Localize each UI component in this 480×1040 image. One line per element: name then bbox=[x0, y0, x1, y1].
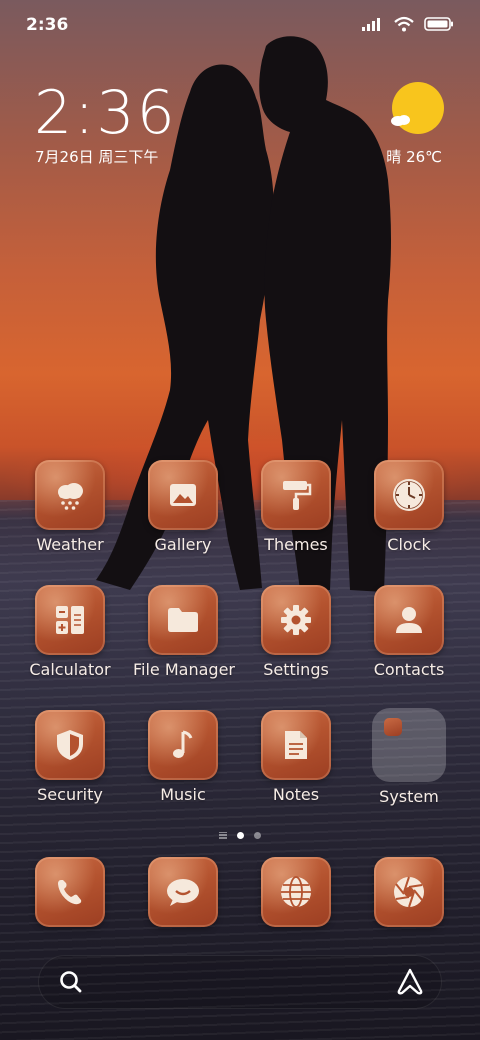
app-label: File Manager bbox=[133, 660, 235, 679]
shield-icon bbox=[35, 710, 105, 780]
sun-icon bbox=[392, 82, 444, 134]
chat-bubble-icon bbox=[148, 857, 218, 927]
app-themes[interactable]: Themes bbox=[246, 460, 346, 554]
cloud-icon bbox=[391, 115, 410, 126]
folder-icon bbox=[148, 585, 218, 655]
app-calculator[interactable]: Calculator bbox=[20, 585, 120, 679]
app-label: Notes bbox=[272, 785, 320, 804]
app-notes[interactable]: Notes bbox=[246, 710, 346, 804]
app-contacts[interactable]: Contacts bbox=[359, 585, 459, 679]
search-icon bbox=[60, 971, 82, 993]
app-music[interactable]: Music bbox=[133, 710, 233, 804]
app-label: Gallery bbox=[154, 535, 212, 554]
feed-page-icon bbox=[219, 831, 227, 839]
app-label: Themes bbox=[264, 535, 328, 554]
widget-weather-text: 晴 26℃ bbox=[386, 148, 442, 166]
status-bar: 2:36 bbox=[0, 0, 480, 50]
app-gallery[interactable]: Gallery bbox=[133, 460, 233, 554]
app-label: Music bbox=[160, 785, 206, 804]
app-security[interactable]: Security bbox=[20, 710, 120, 804]
app-label: Weather bbox=[36, 535, 104, 554]
globe-icon bbox=[261, 857, 331, 927]
app-weather[interactable]: Weather bbox=[20, 460, 120, 554]
app-clock[interactable]: Clock bbox=[359, 460, 459, 554]
clock-icon bbox=[374, 460, 444, 530]
cloud-snow-icon bbox=[35, 460, 105, 530]
app-label: Calculator bbox=[29, 660, 111, 679]
dock-messages[interactable] bbox=[133, 857, 233, 927]
app-settings[interactable]: Settings bbox=[246, 585, 346, 679]
app-file-manager[interactable]: File Manager bbox=[133, 585, 235, 679]
image-icon bbox=[148, 460, 218, 530]
dock-browser[interactable] bbox=[246, 857, 346, 927]
folder-app-thumbnail bbox=[384, 718, 402, 736]
camera-aperture-icon bbox=[374, 857, 444, 927]
phone-icon bbox=[35, 857, 105, 927]
wifi-icon bbox=[394, 16, 414, 32]
dock-phone[interactable] bbox=[20, 857, 120, 927]
battery-icon bbox=[424, 17, 453, 31]
music-note-icon bbox=[148, 710, 218, 780]
widget-clock-time[interactable]: 2:36 bbox=[34, 78, 177, 148]
folder-icon bbox=[372, 708, 446, 782]
status-time: 2:36 bbox=[26, 15, 69, 35]
app-label: Contacts bbox=[373, 660, 445, 679]
widget-date: 7月26日 周三下午 bbox=[35, 148, 159, 166]
app-folder-system[interactable]: System bbox=[359, 708, 459, 806]
search-bar[interactable] bbox=[38, 955, 442, 1009]
signal-icon bbox=[362, 18, 380, 31]
note-icon bbox=[261, 710, 331, 780]
app-label: Settings bbox=[263, 660, 329, 679]
status-icons bbox=[362, 16, 454, 32]
dock-camera[interactable] bbox=[359, 857, 459, 927]
assistant-icon[interactable] bbox=[396, 967, 424, 997]
gear-icon bbox=[261, 585, 331, 655]
page-dot-active bbox=[237, 831, 244, 839]
app-label: Security bbox=[37, 785, 103, 804]
person-icon bbox=[374, 585, 444, 655]
paint-roller-icon bbox=[261, 460, 331, 530]
app-label: System bbox=[379, 787, 439, 806]
app-label: Clock bbox=[387, 535, 431, 554]
weather-widget-icon[interactable] bbox=[390, 82, 444, 136]
calculator-icon bbox=[35, 585, 105, 655]
page-dot bbox=[254, 831, 261, 839]
page-indicator[interactable] bbox=[0, 828, 480, 842]
